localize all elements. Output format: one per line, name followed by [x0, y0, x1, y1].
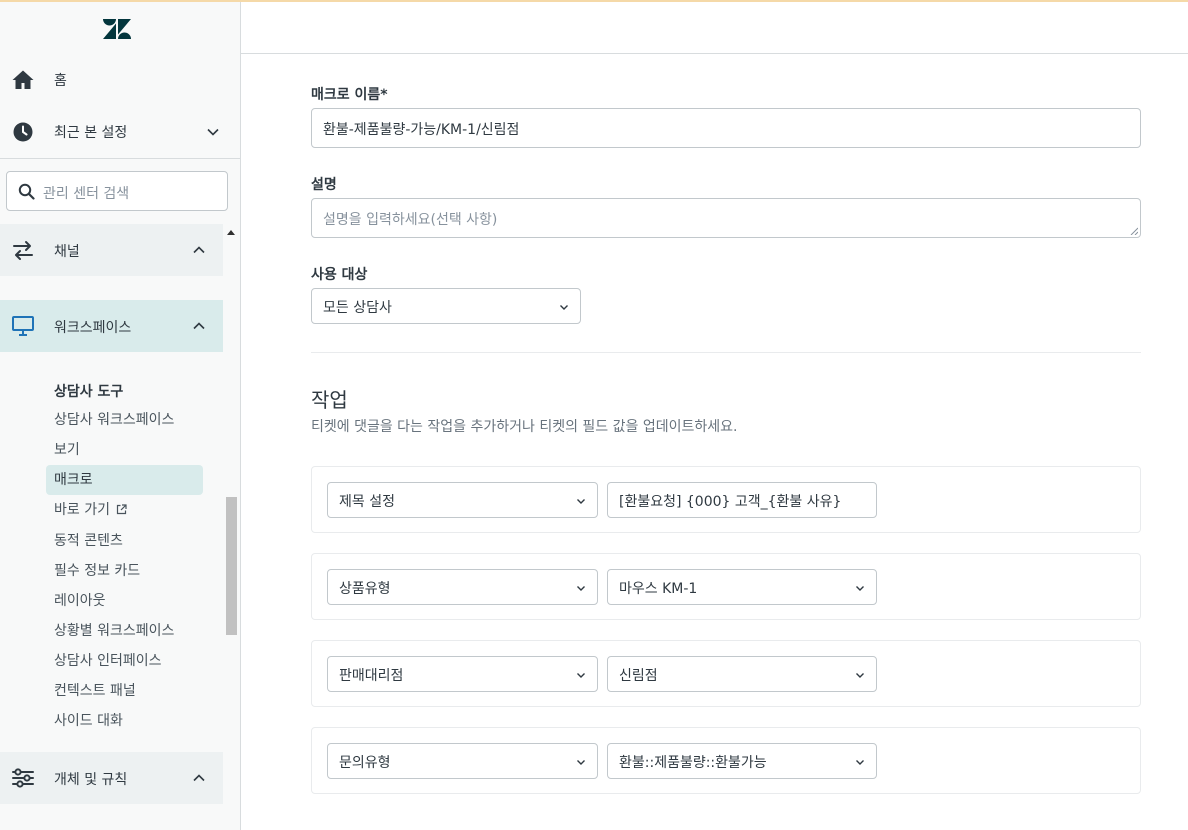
action-value-text: 환불::제품불량::환불가능: [619, 755, 767, 771]
action-field-value: 판매대리점: [339, 668, 404, 684]
action-row: 판매대리점 신림점: [311, 640, 1141, 707]
action-value-text: 마우스 KM-1: [619, 581, 698, 597]
action-row: 제목 설정 [환불요청] {000} 고객_{환불 사유}: [311, 466, 1141, 533]
chevron-down-icon: [856, 760, 864, 765]
sidebar-item-side-conversations[interactable]: 사이드 대화: [46, 706, 203, 736]
resize-handle-icon[interactable]: [1130, 227, 1138, 235]
action-value-select[interactable]: 신림점: [607, 656, 877, 692]
availability-value: 모든 상담사: [323, 300, 392, 316]
action-value-select[interactable]: 마우스 KM-1: [607, 569, 877, 605]
arrows-swap-icon: [13, 241, 33, 260]
search-placeholder: 관리 센터 검색: [43, 186, 130, 202]
sidebar-item-macros[interactable]: 매크로: [46, 465, 203, 495]
sidebar-item-dynamic-content[interactable]: 동적 콘텐츠: [46, 526, 203, 556]
chevron-up-icon: [193, 322, 205, 330]
action-value-input[interactable]: [환불요청] {000} 고객_{환불 사유}: [607, 482, 877, 518]
sidebar-item-label: 보기: [54, 442, 80, 458]
scrollbar-thumb[interactable]: [226, 497, 237, 635]
admin-search-input[interactable]: 관리 센터 검색: [6, 171, 228, 211]
section-objects-rules[interactable]: 개체 및 규칙: [0, 752, 223, 804]
availability-select[interactable]: 모든 상담사: [311, 288, 581, 324]
chevron-down-icon: [856, 586, 864, 591]
sidebar-divider: [0, 158, 240, 159]
sidebar-item-context-panel[interactable]: 컨텍스트 패널: [46, 676, 203, 706]
chevron-up-icon: [193, 774, 205, 782]
clock-icon: [13, 122, 33, 142]
monitor-icon: [12, 316, 34, 336]
description-placeholder: 설명을 입력하세요(선택 사항): [323, 212, 498, 228]
sidebar-item-label: 필수 정보 카드: [54, 563, 141, 579]
admin-sidebar: 홈 최근 본 설정 관리 센터 검색 채널 워크스페이스 상담사 도구 상담사 …: [0, 2, 241, 830]
section-workspaces-label: 워크스페이스: [54, 320, 132, 336]
zendesk-logo-icon[interactable]: [103, 17, 131, 41]
sidebar-item-label: 상담사 워크스페이스: [54, 412, 175, 428]
action-field-select[interactable]: 상품유형: [327, 569, 598, 605]
sidebar-scroll-area: 채널 워크스페이스 상담사 도구 상담사 워크스페이스 보기 매크로 바로 가기…: [0, 224, 240, 830]
macro-editor: 매크로 이름* 환불-제품불량-가능/KM-1/신림점 설명 설명을 입력하세요…: [241, 2, 1188, 830]
sidebar-item-layouts[interactable]: 레이아웃: [46, 586, 203, 616]
chevron-down-icon: [577, 499, 585, 504]
external-link-icon: [116, 504, 127, 515]
nav-home[interactable]: 홈: [0, 60, 240, 100]
description-label: 설명: [311, 177, 337, 193]
sidebar-item-agent-workspace[interactable]: 상담사 워크스페이스: [46, 405, 203, 435]
action-row: 상품유형 마우스 KM-1: [311, 553, 1141, 620]
sidebar-item-label: 컨텍스트 패널: [54, 683, 136, 699]
action-field-select[interactable]: 제목 설정: [327, 482, 598, 518]
chevron-up-icon: [193, 246, 205, 254]
action-field-value: 문의유형: [339, 755, 391, 771]
actions-description: 티켓에 댓글을 다는 작업을 추가하거나 티켓의 필드 값을 업데이트하세요.: [311, 419, 738, 435]
chevron-down-icon: [577, 586, 585, 591]
sidebar-item-shortcuts[interactable]: 바로 가기: [46, 495, 203, 525]
action-field-value: 제목 설정: [339, 494, 395, 510]
sidebar-item-label: 상황별 워크스페이스: [54, 623, 175, 639]
search-icon: [18, 183, 35, 200]
nav-recent-settings[interactable]: 최근 본 설정: [0, 112, 240, 152]
chevron-down-icon: [560, 305, 568, 310]
sidebar-scrollbar[interactable]: [224, 224, 239, 830]
home-icon: [12, 70, 34, 89]
action-row: 문의유형 환불::제품불량::환불가능: [311, 727, 1141, 794]
action-field-select[interactable]: 문의유형: [327, 743, 598, 779]
action-value-text: [환불요청] {000} 고객_{환불 사유}: [619, 494, 842, 510]
scroll-up-arrow-icon[interactable]: [227, 230, 235, 235]
sidebar-item-contextual-workspaces[interactable]: 상황별 워크스페이스: [46, 616, 203, 646]
macro-name-input[interactable]: 환불-제품불량-가능/KM-1/신림점: [311, 108, 1141, 148]
page-header: [241, 2, 1188, 54]
action-field-value: 상품유형: [339, 581, 391, 597]
sidebar-item-agent-interface[interactable]: 상담사 인터페이스: [46, 646, 203, 676]
section-channels-label: 채널: [54, 244, 80, 260]
section-objects-label: 개체 및 규칙: [54, 772, 128, 788]
description-textarea[interactable]: 설명을 입력하세요(선택 사항): [311, 198, 1141, 238]
sidebar-item-label: 레이아웃: [54, 593, 106, 609]
nav-recent-label: 최근 본 설정: [54, 125, 128, 141]
section-divider: [311, 352, 1141, 353]
sidebar-item-views[interactable]: 보기: [46, 435, 203, 465]
chevron-down-icon: [577, 760, 585, 765]
section-channels[interactable]: 채널: [0, 224, 223, 276]
action-field-select[interactable]: 판매대리점: [327, 656, 598, 692]
chevron-down-icon: [207, 128, 219, 136]
action-value-select[interactable]: 환불::제품불량::환불가능: [607, 743, 877, 779]
actions-title: 작업: [311, 388, 348, 412]
agent-tools-heading: 상담사 도구: [54, 384, 124, 400]
section-workspaces[interactable]: 워크스페이스: [0, 300, 223, 352]
sidebar-item-label: 바로 가기: [54, 502, 110, 518]
macro-name-value: 환불-제품불량-가능/KM-1/신림점: [323, 122, 520, 138]
sliders-icon: [12, 768, 34, 788]
sidebar-item-label: 동적 콘텐츠: [54, 533, 123, 549]
sidebar-item-label: 사이드 대화: [54, 713, 123, 729]
sidebar-item-essentials-card[interactable]: 필수 정보 카드: [46, 556, 203, 586]
sidebar-item-label: 매크로: [54, 472, 93, 488]
nav-home-label: 홈: [54, 73, 67, 89]
chevron-down-icon: [856, 673, 864, 678]
macro-name-label: 매크로 이름*: [311, 87, 388, 103]
chevron-down-icon: [577, 673, 585, 678]
action-value-text: 신림점: [619, 668, 658, 684]
sidebar-item-label: 상담사 인터페이스: [54, 653, 162, 669]
availability-label: 사용 대상: [311, 267, 368, 283]
